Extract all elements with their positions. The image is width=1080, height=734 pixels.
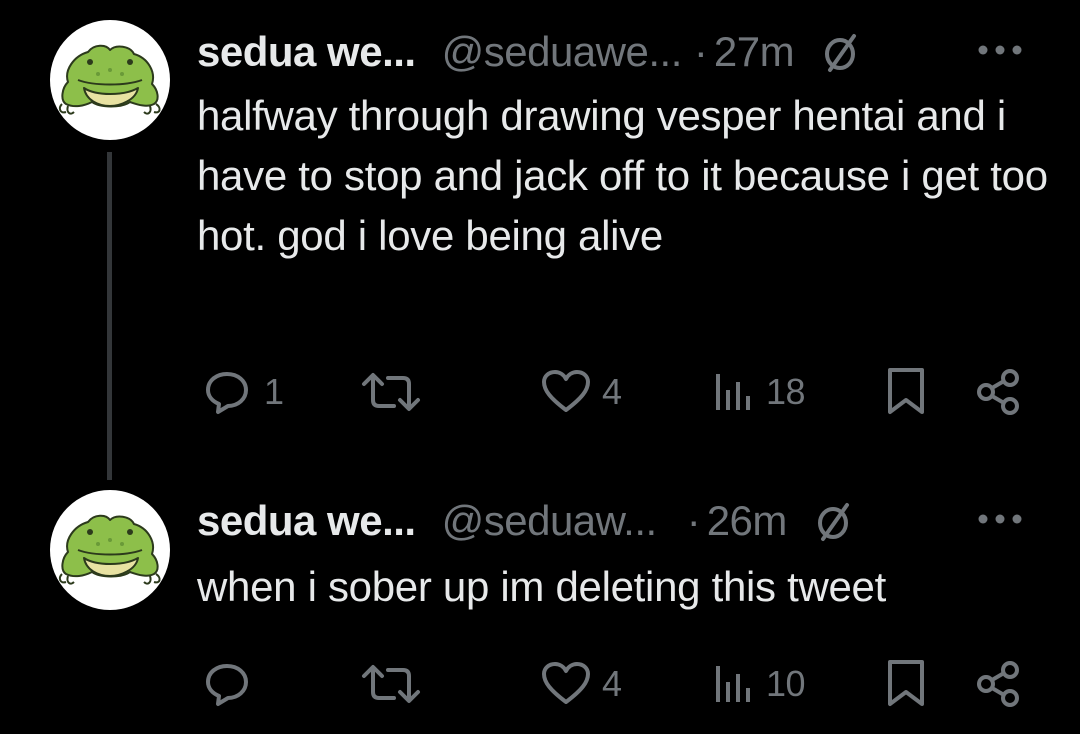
user-handle[interactable]: @seduaw...	[442, 497, 658, 545]
like-button[interactable]: 4	[540, 654, 622, 714]
more-icon[interactable]	[975, 509, 1025, 529]
reply-icon	[206, 664, 248, 706]
retweet-icon	[362, 665, 420, 703]
reply-icon	[206, 372, 248, 414]
user-handle[interactable]: @seduawe...	[442, 28, 683, 76]
like-icon	[542, 370, 590, 412]
more-icon[interactable]	[975, 40, 1025, 60]
display-name[interactable]: sedua we...	[197, 28, 416, 76]
retweet-icon	[362, 373, 420, 411]
tweet[interactable]: sedua we... @seduawe... · 27m halfway th…	[0, 0, 1080, 470]
bookmark-icon	[888, 660, 924, 706]
frog-avatar-icon	[58, 44, 161, 115]
separator-dot: ·	[693, 28, 708, 75]
display-name[interactable]: sedua we...	[197, 497, 416, 545]
retweet-button[interactable]	[360, 654, 422, 714]
reply-count: 1	[264, 371, 284, 412]
views-button[interactable]: 10	[712, 654, 806, 714]
null-symbol-icon	[825, 34, 857, 72]
timestamp[interactable]: 27m	[714, 28, 795, 76]
view-count: 10	[766, 663, 806, 704]
retweet-button[interactable]	[360, 362, 422, 422]
like-button[interactable]: 4	[540, 362, 622, 422]
reply-button[interactable]: 1	[200, 362, 284, 422]
share-icon	[977, 369, 1019, 415]
timestamp[interactable]: 26m	[707, 497, 788, 545]
tweet-header: sedua we... @seduaw... · 26m	[197, 491, 857, 551]
reply-button[interactable]	[200, 654, 264, 714]
share-icon	[977, 661, 1019, 707]
views-icon	[716, 666, 750, 702]
bookmark-button[interactable]	[884, 654, 928, 714]
tweet-actions: 4 10	[0, 654, 1080, 714]
bookmark-icon	[888, 368, 924, 414]
views-icon	[716, 374, 750, 410]
frog-avatar-icon	[58, 514, 161, 585]
tweet-text: halfway through drawing vesper hentai an…	[197, 92, 1048, 259]
bookmark-button[interactable]	[884, 362, 928, 422]
tweet-text: when i sober up im deleting this tweet	[197, 563, 886, 610]
like-count: 4	[602, 663, 622, 704]
tweet-actions: 1 4 18	[0, 362, 1080, 422]
views-button[interactable]: 18	[712, 362, 806, 422]
like-count: 4	[602, 371, 622, 412]
avatar[interactable]	[50, 20, 170, 140]
share-button[interactable]	[972, 362, 1026, 422]
like-icon	[542, 662, 590, 704]
share-button[interactable]	[972, 654, 1026, 714]
view-count: 18	[766, 371, 806, 412]
null-symbol-icon	[817, 503, 849, 541]
tweet-header: sedua we... @seduawe... · 27m	[197, 22, 864, 82]
separator-dot: ·	[686, 497, 701, 544]
avatar[interactable]	[50, 490, 170, 610]
tweet[interactable]: sedua we... @seduaw... · 26m when i sobe…	[0, 470, 1080, 734]
